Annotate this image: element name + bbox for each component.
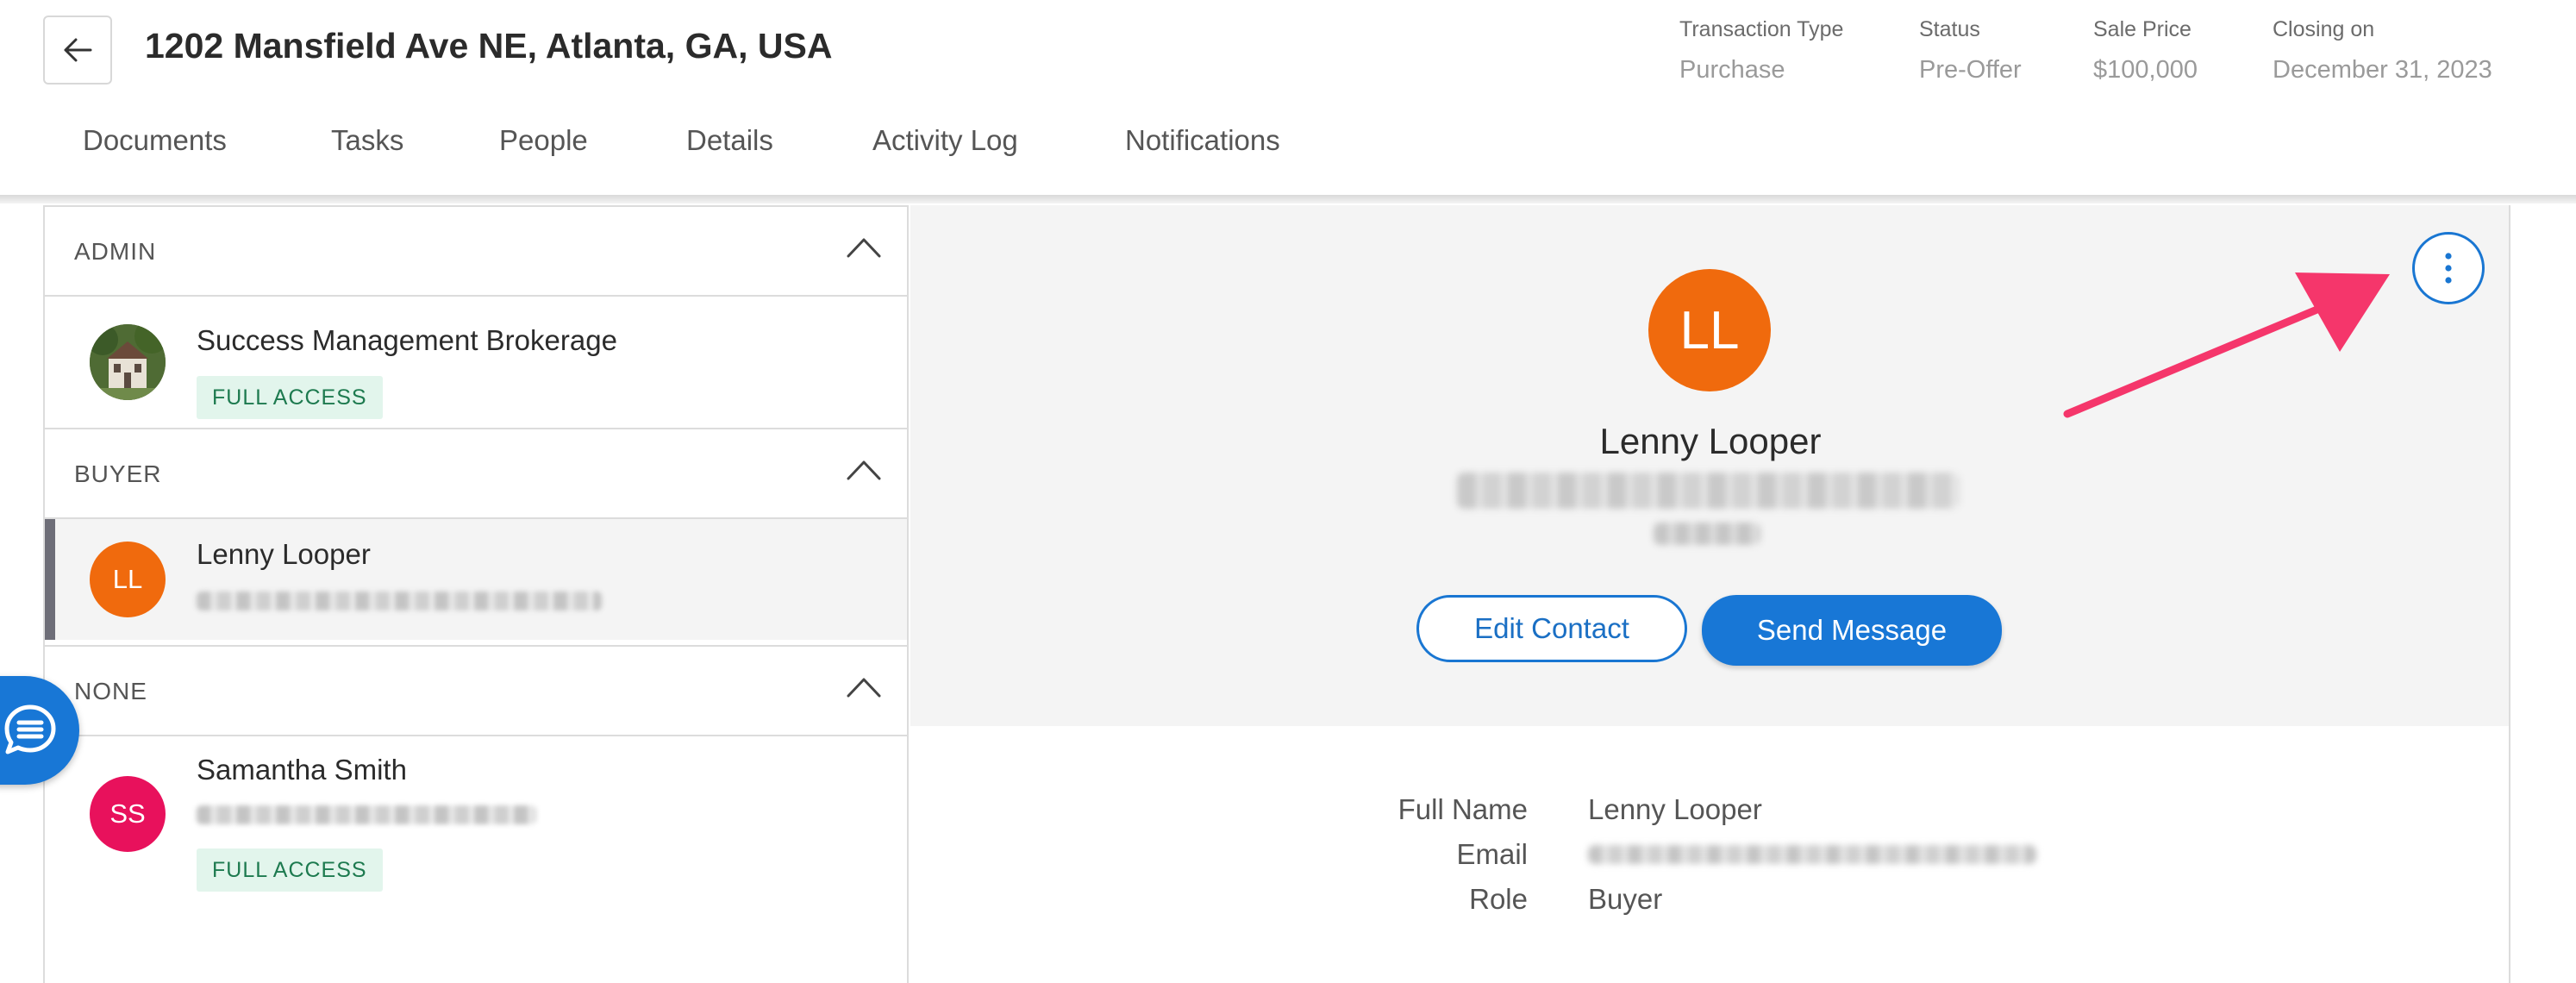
access-badge: FULL ACCESS — [197, 848, 383, 892]
person-email-redacted — [197, 805, 536, 824]
meta-sale-price: Sale Price $100,000 — [2093, 17, 2198, 85]
more-vertical-icon — [2445, 253, 2452, 284]
send-message-button[interactable]: Send Message — [1702, 595, 2002, 666]
meta-label: Sale Price — [2093, 17, 2191, 41]
section-header-none[interactable]: NONE — [45, 645, 907, 736]
field-value: Lenny Looper — [1588, 793, 1762, 825]
access-badge: FULL ACCESS — [197, 376, 383, 419]
page-title: 1202 Mansfield Ave NE, Atlanta, GA, USA — [145, 26, 833, 66]
chevron-up-icon[interactable] — [847, 236, 881, 259]
person-name: Success Management Brokerage — [197, 324, 617, 356]
brokerage-avatar — [90, 324, 166, 400]
annotation-arrow-icon — [2063, 272, 2390, 418]
house-photo-icon — [90, 324, 166, 400]
field-label: Role — [1469, 883, 1528, 915]
arrow-left-icon — [64, 38, 92, 62]
section-label: ADMIN — [74, 238, 157, 265]
chevron-up-icon[interactable] — [847, 676, 881, 698]
meta-label: Status — [1919, 17, 1980, 41]
tab-tasks[interactable]: Tasks — [331, 124, 403, 157]
contact-phone-redacted — [1654, 523, 1760, 545]
person-name: Samantha Smith — [197, 754, 407, 786]
field-value: Buyer — [1588, 883, 1663, 915]
field-label: Email — [1456, 838, 1528, 870]
tab-documents[interactable]: Documents — [83, 124, 227, 157]
section-header-admin[interactable]: ADMIN — [45, 205, 907, 297]
meta-value: December 31, 2023 — [2273, 56, 2492, 84]
person-row-none[interactable]: SS Samantha Smith FULL ACCESS — [45, 736, 907, 909]
contact-name: Lenny Looper — [1599, 421, 1822, 461]
tab-activity-log[interactable]: Activity Log — [872, 124, 1018, 157]
avatar: SS — [90, 776, 166, 852]
contact-avatar: LL — [1648, 269, 1771, 391]
more-options-button[interactable] — [2412, 232, 2485, 304]
panel-border — [2509, 205, 2510, 726]
transaction-header: 1202 Mansfield Ave NE, Atlanta, GA, USA … — [0, 0, 2576, 195]
contact-email-redacted — [1457, 473, 1959, 509]
back-button[interactable] — [43, 16, 112, 85]
meta-value: $100,000 — [2093, 56, 2198, 84]
field-value-redacted — [1588, 845, 2036, 864]
header-divider — [0, 195, 2576, 203]
person-name: Lenny Looper — [197, 538, 371, 570]
section-header-buyer[interactable]: BUYER — [45, 428, 907, 519]
tab-details[interactable]: Details — [686, 124, 773, 157]
people-list: ADMIN Success Management Brokerage FULL … — [43, 205, 909, 983]
meta-transaction-type: Transaction Type Purchase — [1679, 17, 1843, 85]
person-row-buyer[interactable]: LL Lenny Looper — [45, 519, 907, 640]
meta-value: Pre-Offer — [1919, 56, 2022, 84]
section-label: BUYER — [74, 460, 162, 487]
meta-value: Purchase — [1679, 56, 1785, 84]
person-row-admin[interactable]: Success Management Brokerage FULL ACCESS — [45, 297, 907, 428]
tab-notifications[interactable]: Notifications — [1125, 124, 1280, 157]
meta-closing-on: Closing on December 31, 2023 — [2273, 17, 2492, 85]
meta-label: Closing on — [2273, 17, 2375, 41]
meta-label: Transaction Type — [1679, 17, 1844, 41]
section-label: NONE — [74, 678, 147, 704]
person-email-redacted — [197, 592, 602, 610]
field-label: Full Name — [1397, 793, 1528, 825]
edit-contact-button[interactable]: Edit Contact — [1416, 595, 1687, 662]
chevron-up-icon[interactable] — [847, 459, 881, 481]
avatar: LL — [90, 542, 166, 617]
meta-status: Status Pre-Offer — [1919, 17, 2022, 85]
tab-people[interactable]: People — [499, 124, 588, 157]
chat-bubble-icon — [4, 704, 56, 754]
